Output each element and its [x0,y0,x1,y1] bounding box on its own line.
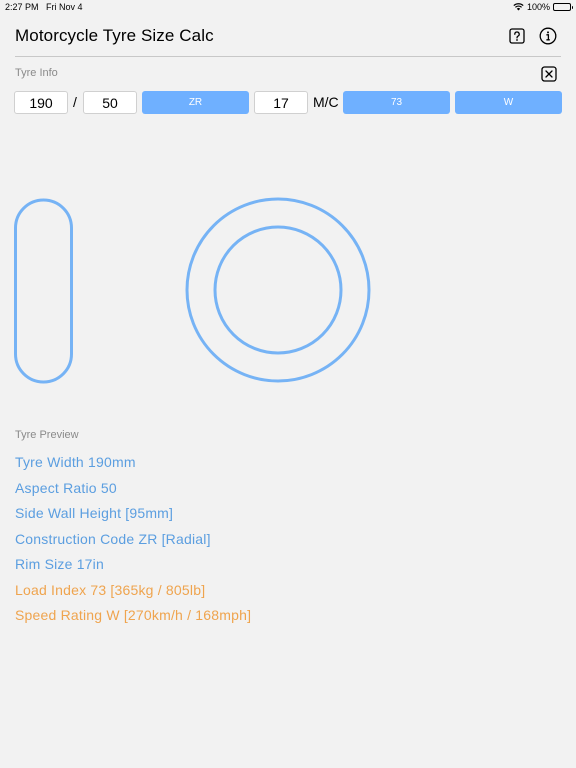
construction-code-text: Construction Code ZR [Radial] [15,531,211,547]
tyre-rim-ring [213,225,343,355]
tyre-preview-label: Tyre Preview [15,429,79,441]
tyre-side-profile [14,198,73,384]
side-wall-height-text: Side Wall Height [95mm] [15,505,174,521]
aspect-ratio-text: Aspect Ratio 50 [15,480,117,496]
speed-rating-text: Speed Rating W [270km/h / 168mph] [15,607,252,623]
tyre-diagram [14,197,371,384]
tyre-width-text: Tyre Width 190mm [15,454,136,470]
load-index-text: Load Index 73 [365kg / 805lb] [15,582,206,598]
rim-size-text: Rim Size 17in [15,556,104,572]
